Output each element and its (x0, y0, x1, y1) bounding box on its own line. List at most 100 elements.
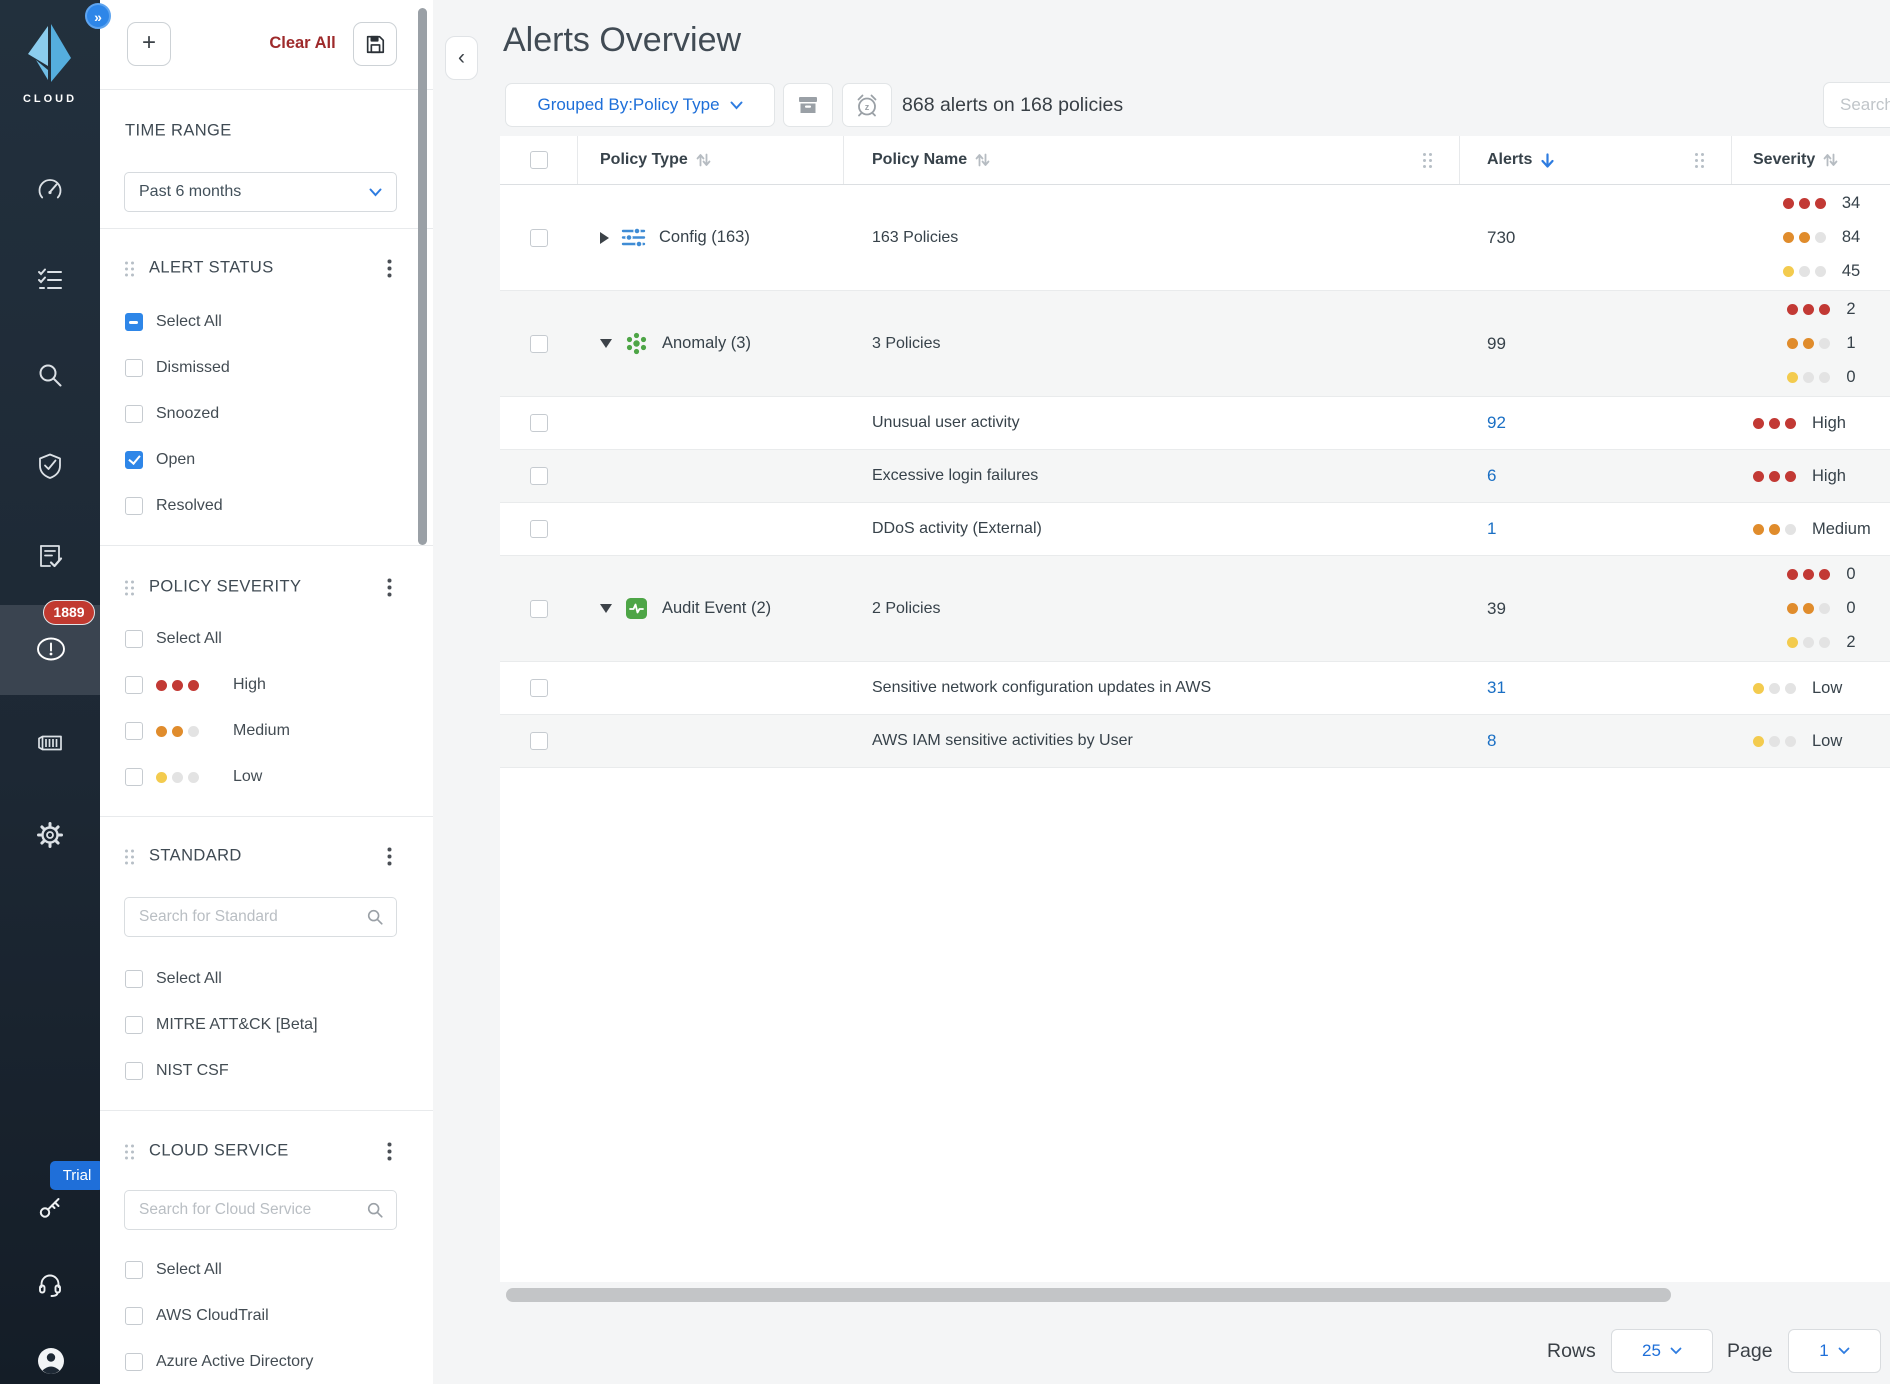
time-range-select[interactable]: Past 6 months (124, 172, 397, 212)
row-checkbox[interactable] (530, 229, 548, 247)
profile-icon[interactable] (36, 1346, 64, 1374)
filter-option-label: Dismissed (156, 359, 230, 377)
standard-search-input[interactable] (137, 907, 366, 927)
expand-collapsed-icon[interactable] (600, 232, 609, 244)
app-window: CLOUD (0, 0, 1890, 1384)
filter-option-label: MITRE ATT&CK [Beta] (156, 1016, 318, 1034)
standard-select-all[interactable]: Select All (125, 970, 222, 988)
rows-per-page-select[interactable]: 25 (1611, 1329, 1713, 1373)
alert-status-select-all[interactable]: Select All (125, 313, 222, 331)
logo-icon (22, 22, 78, 84)
row-checkbox[interactable] (530, 679, 548, 697)
cloud-service-search-input[interactable] (137, 1200, 366, 1220)
severity-dots-high (1753, 418, 1801, 429)
checkbox (125, 497, 143, 515)
filter-option-label: Open (156, 451, 195, 469)
checkbox (125, 405, 143, 423)
drag-handle-icon[interactable] (125, 260, 135, 276)
grouped-by-select[interactable]: Grouped By:Policy Type (505, 83, 775, 127)
alerts-count-link[interactable]: 8 (1487, 731, 1496, 751)
standard-nist-csf[interactable]: NIST CSF (125, 1062, 229, 1080)
column-alerts[interactable]: Alerts (1460, 136, 1732, 184)
drag-handle-icon[interactable] (125, 1143, 135, 1159)
checkbox (125, 970, 143, 988)
shield-check-icon[interactable] (36, 452, 64, 480)
headset-icon[interactable] (36, 1271, 64, 1299)
alerts-count-link[interactable]: 31 (1487, 678, 1506, 698)
policy-severity-menu-button[interactable] (380, 577, 398, 597)
sidebar-expand-button[interactable]: » (85, 3, 111, 29)
chevron-down-icon (369, 188, 382, 197)
cloud-service-aws-cloudtrail[interactable]: AWS CloudTrail (125, 1307, 269, 1325)
save-filter-button[interactable] (353, 22, 397, 66)
alert-status-snoozed[interactable]: Snoozed (125, 405, 219, 423)
svg-text:z: z (865, 102, 870, 112)
column-resize-handle[interactable] (1695, 152, 1705, 168)
column-severity[interactable]: Severity (1732, 136, 1890, 184)
select-all-checkbox[interactable] (530, 151, 548, 169)
cloud-service-select-all[interactable]: Select All (125, 1261, 222, 1279)
severity-value: Low (1812, 679, 1842, 698)
sort-icon (975, 152, 990, 168)
checklist-icon[interactable] (36, 266, 64, 294)
drag-handle-icon[interactable] (125, 579, 135, 595)
row-checkbox[interactable] (530, 732, 548, 750)
filter-panel-scrollbar[interactable] (418, 8, 427, 545)
collapse-panel-button[interactable]: ‹ (445, 36, 478, 80)
row-checkbox[interactable] (530, 335, 548, 353)
policy-severity-low[interactable]: Low (125, 768, 262, 786)
key-icon[interactable] (36, 1193, 64, 1221)
table-row-policy: AWS IAM sensitive activities by User 8 L… (500, 715, 1890, 768)
gear-icon[interactable] (36, 821, 64, 849)
column-policy-name[interactable]: Policy Name (844, 136, 1460, 184)
dismiss-alerts-button[interactable] (783, 83, 833, 127)
policy-severity-high[interactable]: High (125, 676, 266, 694)
alert-status-open[interactable]: Open (125, 451, 195, 469)
alert-status-dismissed[interactable]: Dismissed (125, 359, 230, 377)
alerts-count-link[interactable]: 92 (1487, 413, 1506, 433)
alert-status-menu-button[interactable] (380, 258, 398, 278)
column-policy-type[interactable]: Policy Type (578, 136, 844, 184)
policy-severity-select-all[interactable]: Select All (125, 630, 222, 648)
report-check-icon[interactable] (36, 542, 64, 570)
row-checkbox[interactable] (530, 520, 548, 538)
row-checkbox[interactable] (530, 467, 548, 485)
row-checkbox[interactable] (530, 414, 548, 432)
cloud-service-menu-button[interactable] (380, 1141, 398, 1161)
alerts-count-link[interactable]: 6 (1487, 466, 1496, 486)
column-resize-handle[interactable] (1423, 152, 1433, 168)
standard-label: STANDARD (149, 847, 242, 866)
collapse-expanded-icon[interactable] (600, 604, 612, 613)
alerts-count-link[interactable]: 1 (1487, 519, 1496, 539)
clear-all-button[interactable]: Clear All (260, 34, 345, 53)
standard-mitre[interactable]: MITRE ATT&CK [Beta] (125, 1016, 318, 1034)
container-icon[interactable] (36, 729, 64, 757)
sort-icon (1823, 152, 1838, 168)
filter-option-label: High (233, 676, 266, 694)
gauge-icon[interactable] (36, 176, 64, 204)
row-checkbox[interactable] (530, 600, 548, 618)
header-select-all-cell (500, 136, 578, 184)
alert-status-label: ALERT STATUS (149, 259, 274, 278)
drag-handle-icon[interactable] (125, 848, 135, 864)
alert-status-resolved[interactable]: Resolved (125, 497, 223, 515)
snooze-alerts-button[interactable]: z (842, 83, 892, 127)
plus-icon: + (142, 31, 156, 55)
search-icon[interactable] (36, 361, 64, 389)
page-select[interactable]: 1 (1788, 1329, 1881, 1373)
severity-dots-high (1787, 304, 1835, 315)
checkbox (125, 768, 143, 786)
standard-menu-button[interactable] (380, 846, 398, 866)
collapse-expanded-icon[interactable] (600, 339, 612, 348)
page-value: 1 (1819, 1341, 1828, 1361)
horizontal-scrollbar[interactable] (506, 1288, 1671, 1302)
grouped-by-value: Grouped By:Policy Type (537, 95, 719, 115)
table-search-input[interactable] (1838, 94, 1890, 116)
filter-option-label: Medium (233, 722, 290, 740)
alert-icon[interactable] (36, 636, 64, 664)
policy-severity-medium[interactable]: Medium (125, 722, 290, 740)
checkbox (125, 1353, 143, 1371)
cloud-service-azure-ad[interactable]: Azure Active Directory (125, 1353, 313, 1371)
policy-type-label: Audit Event (2) (662, 599, 771, 618)
add-filter-button[interactable]: + (127, 22, 171, 66)
